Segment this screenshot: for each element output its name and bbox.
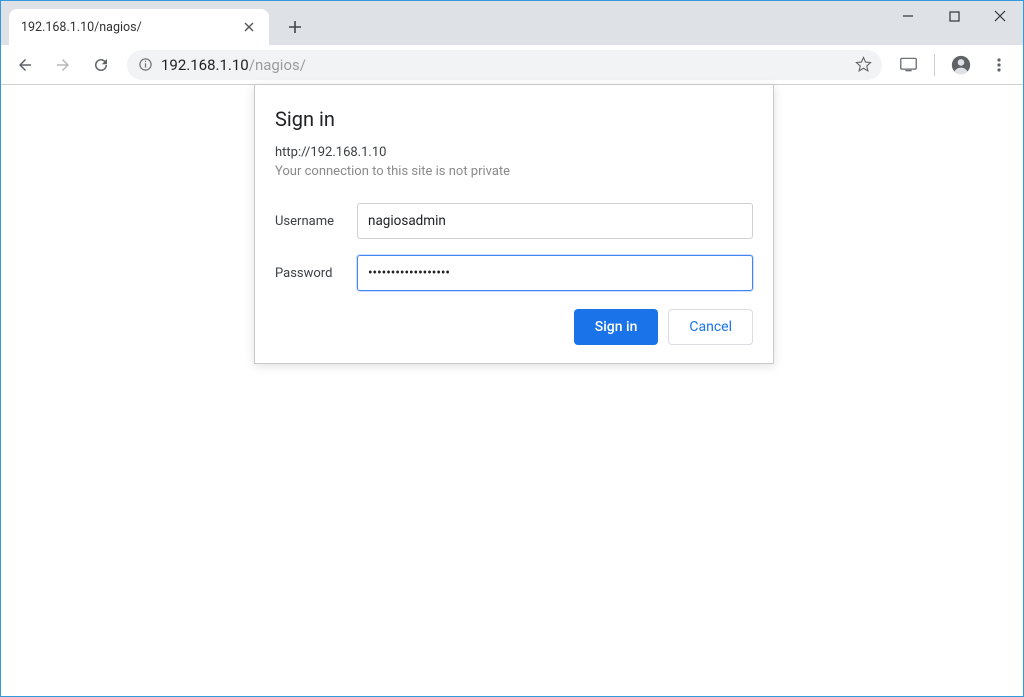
cancel-button[interactable]: Cancel — [668, 309, 753, 345]
new-tab-button[interactable] — [281, 13, 309, 41]
bookmark-icon[interactable] — [854, 56, 872, 74]
forward-button[interactable] — [47, 49, 79, 81]
address-bar[interactable]: 192.168.1.10/nagios/ — [127, 50, 882, 80]
username-label: Username — [275, 214, 357, 229]
username-input[interactable] — [357, 203, 753, 239]
dialog-buttons: Sign in Cancel — [275, 309, 753, 345]
dialog-origin: http://192.168.1.10 — [275, 145, 753, 160]
password-label: Password — [275, 266, 357, 281]
tab-title: 192.168.1.10/nagios/ — [21, 20, 241, 35]
reload-button[interactable] — [85, 49, 117, 81]
toolbar: 192.168.1.10/nagios/ — [1, 45, 1023, 85]
site-info-icon[interactable] — [137, 57, 153, 73]
maximize-button[interactable] — [931, 1, 977, 31]
cast-icon[interactable] — [892, 49, 924, 81]
window-controls — [885, 1, 1023, 31]
password-input[interactable] — [357, 255, 753, 291]
username-row: Username — [275, 203, 753, 239]
titlebar: 192.168.1.10/nagios/ — [1, 1, 1023, 45]
dialog-warning: Your connection to this site is not priv… — [275, 164, 753, 179]
menu-icon[interactable] — [983, 49, 1015, 81]
page-content: Sign in http://192.168.1.10 Your connect… — [1, 85, 1023, 696]
toolbar-divider — [934, 54, 935, 76]
url-text: 192.168.1.10/nagios/ — [161, 56, 846, 74]
close-window-button[interactable] — [977, 1, 1023, 31]
back-button[interactable] — [9, 49, 41, 81]
password-row: Password — [275, 255, 753, 291]
url-path: /nagios/ — [249, 56, 306, 74]
signin-button[interactable]: Sign in — [574, 309, 659, 345]
auth-dialog: Sign in http://192.168.1.10 Your connect… — [254, 85, 774, 364]
minimize-button[interactable] — [885, 1, 931, 31]
profile-icon[interactable] — [945, 49, 977, 81]
close-tab-icon[interactable] — [241, 19, 257, 35]
browser-tab[interactable]: 192.168.1.10/nagios/ — [9, 9, 269, 45]
dialog-title: Sign in — [275, 107, 753, 131]
url-host: 192.168.1.10 — [161, 56, 249, 74]
